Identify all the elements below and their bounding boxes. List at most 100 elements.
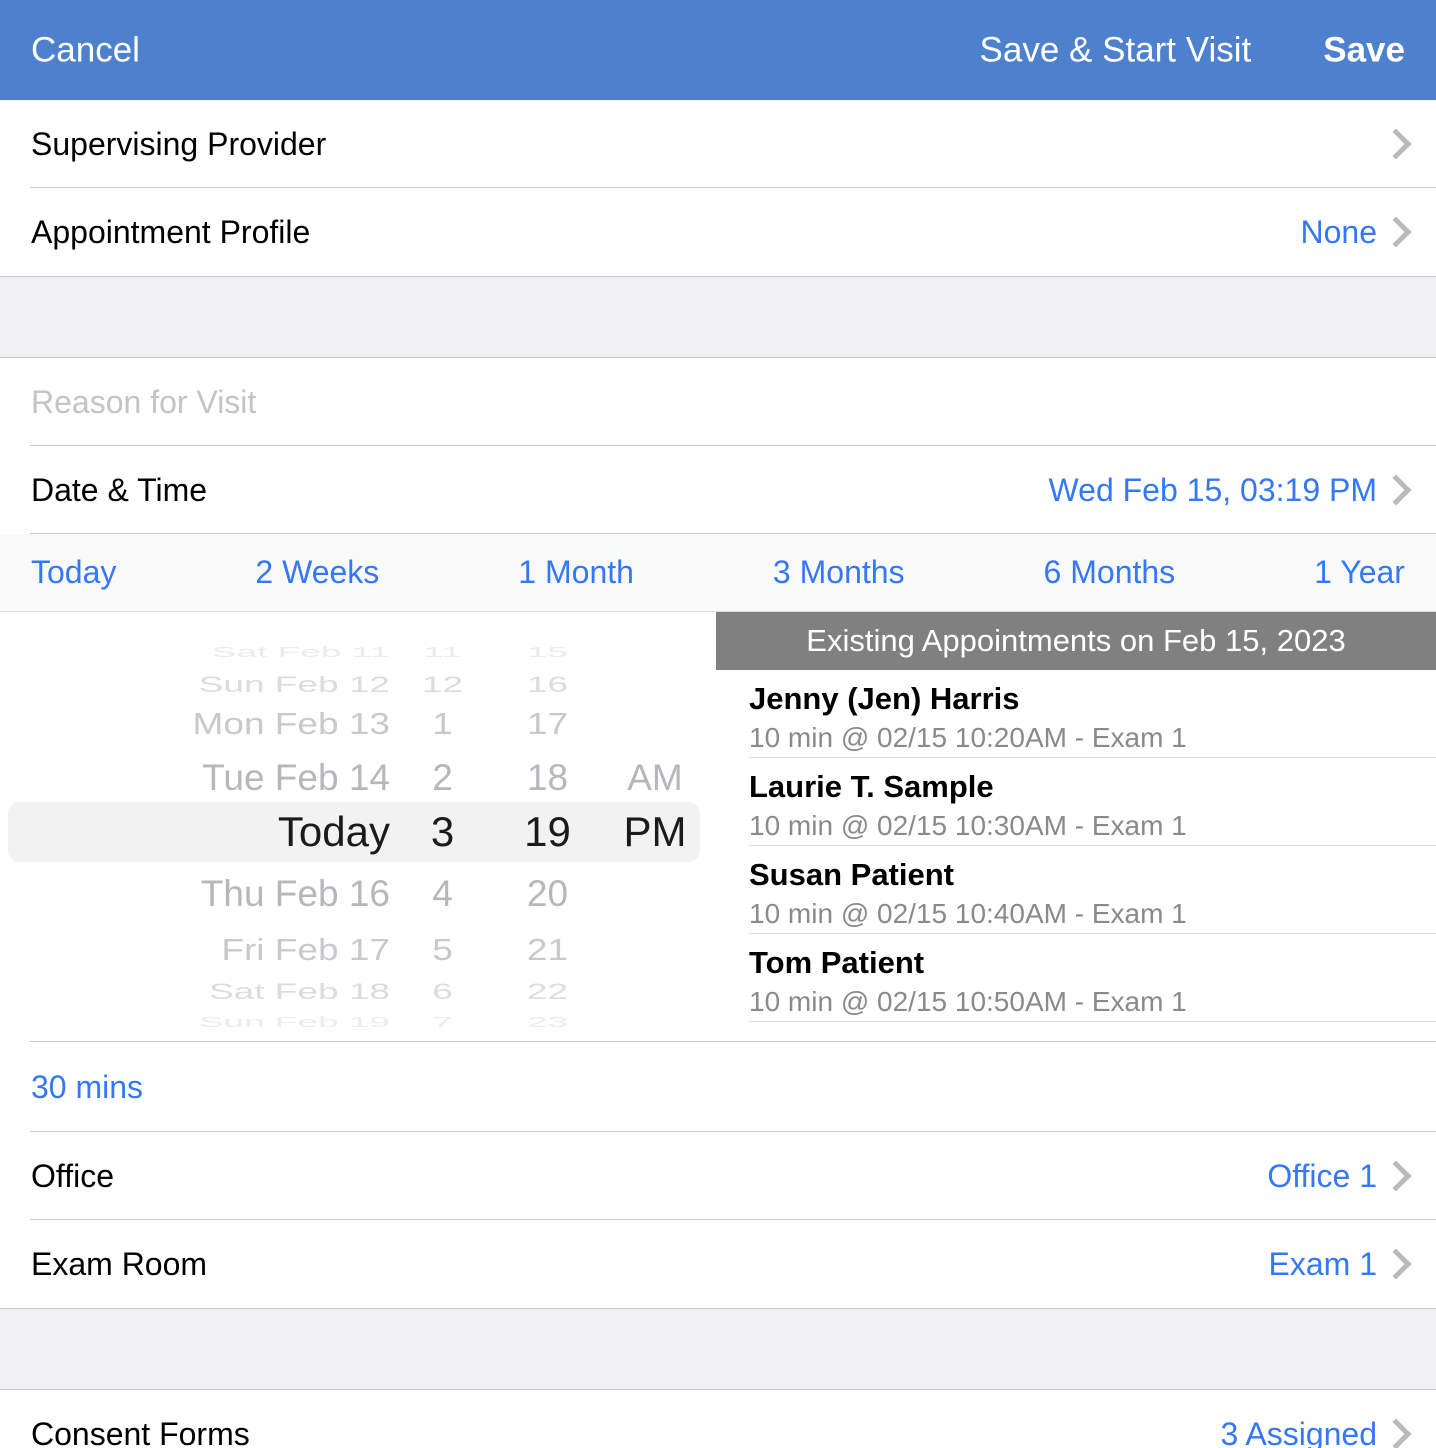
reason-for-visit-input[interactable]: Reason for Visit (31, 384, 256, 421)
section-gap (0, 1308, 1436, 1390)
appointment-patient-name: Jenny (Jen) Harris (749, 681, 1020, 716)
picker-minute-cell: 16 (526, 672, 569, 697)
appointment-profile-value: None (1300, 213, 1378, 250)
datetime-picker-zone: Sat Feb 11 11 15 Sun Feb 12 12 16 Mon Fe… (0, 612, 1436, 1042)
picker-minute-cell: 20 (526, 873, 569, 914)
picker-minute-cell: 21 (526, 932, 569, 967)
appointment-patient-name: Tom Patient (749, 945, 925, 980)
picker-hour-cell: 6 (432, 979, 453, 1004)
chevron-right-icon (1383, 214, 1405, 250)
appointment-profile-label: Appointment Profile (31, 213, 311, 250)
appointment-detail: 10 min @ 02/15 10:30AM - Exam 1 (749, 809, 1187, 841)
office-value: Office 1 (1267, 1157, 1377, 1194)
quick-pick-1-year[interactable]: 1 Year (1314, 554, 1405, 591)
navigation-bar: Cancel Save & Start Visit Save (0, 0, 1436, 100)
consent-forms-row[interactable]: Consent Forms 3 Assigned (0, 1390, 1436, 1448)
cancel-button-wrap[interactable]: Cancel (31, 33, 140, 68)
picker-minute-cell: 17 (526, 706, 569, 741)
date-time-label: Date & Time (31, 471, 208, 508)
consent-forms-value: 3 Assigned (1220, 1415, 1377, 1448)
appointment-list-item[interactable]: Tom Patient 10 min @ 02/15 10:50AM - Exa… (716, 934, 1436, 1022)
appointment-detail: 10 min @ 02/15 10:50AM - Exam 1 (749, 985, 1187, 1017)
datetime-picker-wheel[interactable]: Sat Feb 11 11 15 Sun Feb 12 12 16 Mon Fe… (0, 612, 716, 1042)
chevron-right-icon (1383, 472, 1405, 508)
picker-hour-cell-selected: 3 (430, 808, 455, 855)
picker-minute-cell: 15 (526, 643, 569, 660)
picker-hour-cell: 2 (432, 757, 453, 798)
appointment-list-item[interactable]: Susan Patient 10 min @ 02/15 10:40AM - E… (716, 846, 1436, 934)
exam-room-value-wrap: Exam 1 (1269, 1246, 1405, 1283)
picker-day-cell: Sat Feb 11 (211, 643, 390, 660)
existing-appointments-panel: Existing Appointments on Feb 15, 2023 Je… (716, 612, 1436, 1042)
appointment-profile-value-wrap: None (1301, 214, 1406, 251)
cancel-button[interactable]: Cancel (31, 31, 140, 70)
picker-minute-cell: 23 (526, 1013, 569, 1030)
appointment-patient-name: Susan Patient (749, 857, 954, 892)
date-time-row[interactable]: Date & Time Wed Feb 15, 03:19 PM (0, 446, 1436, 534)
exam-room-value: Exam 1 (1268, 1245, 1377, 1282)
reason-for-visit-row[interactable]: Reason for Visit (0, 358, 1436, 446)
save-and-start-visit-button[interactable]: Save & Start Visit (980, 33, 1252, 68)
consent-forms-label: Consent Forms (31, 1415, 250, 1448)
picker-day-cell: Thu Feb 16 (200, 873, 390, 914)
picker-row[interactable]: Sun Feb 19 7 23 (0, 1010, 716, 1034)
picker-meridiem-cell: AM (627, 757, 683, 798)
supervising-provider-label: Supervising Provider (31, 125, 327, 162)
picker-row[interactable]: Sat Feb 11 11 15 (0, 640, 716, 664)
appointment-detail: 10 min @ 02/15 10:40AM - Exam 1 (749, 897, 1187, 929)
duration-row[interactable]: 30 mins (0, 1042, 1436, 1132)
chevron-right-icon (1383, 1246, 1405, 1282)
picker-row[interactable]: Sat Feb 18 6 22 (0, 974, 716, 1010)
appointment-edit-screen: Cancel Save & Start Visit Save Supervisi… (0, 0, 1436, 1448)
nav-actions: Save & Start Visit Save (980, 33, 1436, 68)
picker-day-cell: Mon Feb 13 (192, 706, 390, 741)
quick-date-shortcuts: Today 2 Weeks 1 Month 3 Months 6 Months … (0, 534, 1436, 612)
picker-minute-cell: 18 (526, 757, 569, 798)
quick-pick-3-months[interactable]: 3 Months (773, 554, 905, 591)
picker-hour-cell: 5 (432, 932, 453, 967)
appointment-profile-row[interactable]: Appointment Profile None (0, 188, 1436, 276)
date-time-value-wrap: Wed Feb 15, 03:19 PM (1049, 472, 1405, 509)
date-time-value: Wed Feb 15, 03:19 PM (1048, 471, 1377, 508)
chevron-right-icon (1383, 1158, 1405, 1194)
appointment-detail: 10 min @ 02/15 10:20AM - Exam 1 (749, 721, 1187, 753)
quick-pick-1-month[interactable]: 1 Month (518, 554, 634, 591)
picker-hour-cell: 4 (432, 873, 453, 914)
office-value-wrap: Office 1 (1267, 1158, 1405, 1195)
quick-pick-2-weeks[interactable]: 2 Weeks (255, 554, 379, 591)
section-gap (0, 276, 1436, 358)
supervising-provider-value-wrap (1377, 126, 1405, 162)
consent-forms-value-wrap: 3 Assigned (1220, 1416, 1405, 1448)
office-label: Office (31, 1157, 114, 1194)
picker-hour-cell: 12 (421, 672, 464, 697)
appointment-list-item[interactable]: Laurie T. Sample 10 min @ 02/15 10:30AM … (716, 758, 1436, 846)
appointment-list-item[interactable]: Jenny (Jen) Harris 10 min @ 02/15 10:20A… (716, 670, 1436, 758)
existing-appointments-header: Existing Appointments on Feb 15, 2023 (716, 612, 1436, 670)
quick-pick-6-months[interactable]: 6 Months (1044, 554, 1176, 591)
duration-value[interactable]: 30 mins (31, 1069, 143, 1106)
save-button[interactable]: Save (1323, 33, 1405, 68)
picker-row[interactable]: Fri Feb 17 5 21 (0, 925, 716, 974)
picker-row-selected[interactable]: Today 3 19 PM (0, 802, 716, 862)
chevron-right-icon (1383, 126, 1405, 162)
appointment-list-item-partial[interactable] (716, 1022, 1436, 1042)
picker-meridiem-cell-selected: PM (623, 808, 687, 855)
exam-room-row[interactable]: Exam Room Exam 1 (0, 1220, 1436, 1308)
appointment-patient-name-partial (749, 1028, 1436, 1042)
office-row[interactable]: Office Office 1 (0, 1132, 1436, 1220)
supervising-provider-row[interactable]: Supervising Provider (0, 100, 1436, 188)
picker-hour-cell: 1 (432, 706, 453, 741)
appointment-patient-name: Laurie T. Sample (749, 769, 994, 804)
chevron-right-icon (1383, 1416, 1405, 1448)
picker-row[interactable]: Thu Feb 16 4 20 (0, 864, 716, 924)
picker-row[interactable]: Tue Feb 14 2 18 AM (0, 748, 716, 808)
picker-hour-cell: 7 (432, 1013, 453, 1030)
picker-day-cell: Fri Feb 17 (221, 932, 390, 967)
quick-pick-today[interactable]: Today (31, 554, 116, 591)
picker-day-cell-selected: Today (277, 808, 390, 855)
picker-row[interactable]: Sun Feb 12 12 16 (0, 667, 716, 703)
picker-minute-cell: 22 (526, 979, 569, 1004)
picker-day-cell: Sun Feb 19 (198, 1013, 390, 1030)
picker-row[interactable]: Mon Feb 13 1 17 (0, 699, 716, 748)
picker-day-cell: Sun Feb 12 (198, 672, 390, 697)
